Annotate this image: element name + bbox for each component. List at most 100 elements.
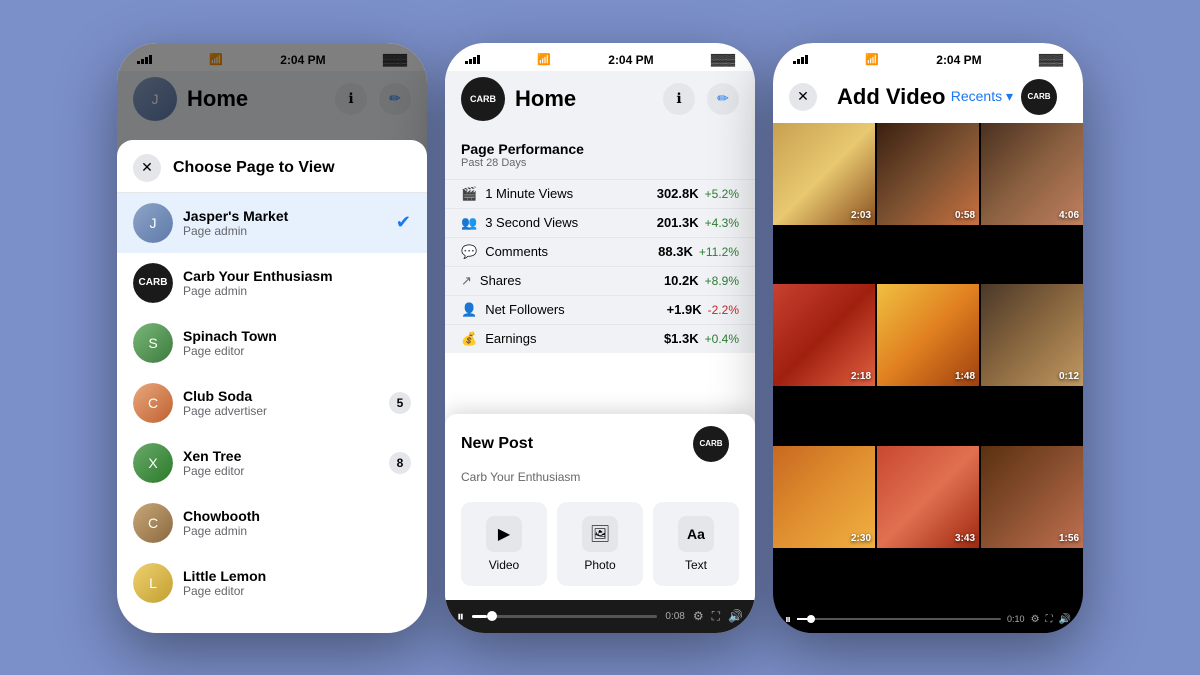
page-role-jasper: Page admin [183, 224, 396, 238]
signal-icon-2 [465, 55, 480, 64]
text-option-label: Text [685, 558, 707, 572]
video-time: 0:08 [665, 611, 684, 622]
battery-icon-3: ▓▓▓ [1039, 54, 1063, 66]
page-item-xentree[interactable]: X Xen Tree Page editor 8 [117, 433, 427, 493]
page-role-littlelemon: Page editor [183, 584, 411, 598]
check-icon-jasper: ✔ [396, 212, 411, 233]
new-post-page: Carb Your Enthusiasm [445, 470, 755, 494]
video-progress[interactable] [472, 615, 657, 618]
modal-title: Choose Page to View [173, 159, 335, 177]
pause-button[interactable]: ⏸ [457, 608, 464, 625]
video-thumb-6[interactable]: 0:12 [981, 284, 1083, 386]
video-duration-3: 4:06 [1059, 210, 1079, 221]
video-thumb-3[interactable]: 4:06 [981, 123, 1083, 225]
video-option-icon: ▶ [486, 516, 522, 552]
settings-icon-3[interactable]: ⚙ [1031, 614, 1040, 625]
video-thumb-1[interactable]: 2:03 [773, 123, 875, 225]
app-header-2: CARB Home ℹ ✏ [445, 71, 755, 131]
playing-bar: ⏸ 0:10 ⚙ ⛶ 🔊 [773, 606, 1083, 633]
post-option-text[interactable]: Aa Text [653, 502, 739, 586]
volume-icon[interactable]: 🔊 [728, 609, 743, 624]
modal-overlay[interactable]: ✕ Choose Page to View J Jasper's Market … [117, 43, 427, 633]
video-thumb-4[interactable]: 2:18 [773, 284, 875, 386]
battery-icon-2: ▓▓▓ [711, 54, 735, 66]
play-controls-3: ⚙ ⛶ 🔊 [1031, 614, 1071, 625]
video-duration-2: 0:58 [955, 210, 975, 221]
phone-3: 📶 2:04 PM ▓▓▓ ✕ Add Video Recents ▾ CARB… [773, 43, 1083, 633]
perf-row-2-3: ↗ Shares 10.2K +8.9% [445, 266, 755, 295]
page-item-chowbooth[interactable]: C Chowbooth Page admin [117, 493, 427, 553]
page-item-jasper[interactable]: J Jasper's Market Page admin ✔ [117, 193, 427, 253]
video-thumb-2[interactable]: 0:58 [877, 123, 979, 225]
video-duration-6: 0:12 [1059, 371, 1079, 382]
fullscreen-icon-3[interactable]: ⛶ [1046, 614, 1053, 625]
carb-logo-post: CARB [693, 426, 729, 462]
photo-option-icon: 🖼 [582, 516, 618, 552]
page-info-clubsoda: Club Soda Page advertiser [183, 388, 389, 418]
fullscreen-icon[interactable]: ⛶ [712, 609, 720, 624]
page-name-chowbooth: Chowbooth [183, 508, 411, 524]
perf-row-2-0: 🎬 1 Minute Views 302.8K +5.2% [445, 179, 755, 208]
perf-row-2-4: 👤 Net Followers +1.9K -2.2% [445, 295, 755, 324]
video-player-bar: ⏸ 0:08 ⚙ ⛶ 🔊 [445, 600, 755, 633]
post-options: ▶ Video 🖼 Photo Aa Text [445, 494, 755, 600]
pause-btn-3[interactable]: ⏸ [785, 612, 791, 627]
settings-icon[interactable]: ⚙ [693, 609, 704, 624]
page-name-carb: Carb Your Enthusiasm [183, 268, 411, 284]
add-video-header: ✕ Add Video Recents ▾ CARB [773, 71, 1083, 123]
time-display-2: 2:04 PM [608, 53, 653, 67]
page-title-2: Home [515, 86, 663, 112]
avatar-clubsoda-item: C [133, 383, 173, 423]
text-option-icon: Aa [678, 516, 714, 552]
page-item-carb[interactable]: CARB Carb Your Enthusiasm Page admin [117, 253, 427, 313]
modal-close-button[interactable]: ✕ [133, 154, 161, 182]
page-info-jasper: Jasper's Market Page admin [183, 208, 396, 238]
page-info-xentree: Xen Tree Page editor [183, 448, 389, 478]
page-role-carb: Page admin [183, 284, 411, 298]
play-progress-3[interactable] [797, 618, 1001, 620]
video-thumb-9[interactable]: 1:56 [981, 446, 1083, 548]
info-button-2[interactable]: ℹ [663, 83, 695, 115]
video-duration-4: 2:18 [851, 371, 871, 382]
wifi-icon-3: 📶 [865, 53, 879, 66]
video-thumb-8[interactable]: 3:43 [877, 446, 979, 548]
perf-row-2-1: 👥 3 Second Views 201.3K +4.3% [445, 208, 755, 237]
new-post-title: New Post [461, 435, 693, 453]
page-item-clubsoda[interactable]: C Club Soda Page advertiser 5 [117, 373, 427, 433]
perf-row-2-2: 💬 Comments 88.3K +11.2% [445, 237, 755, 266]
page-item-littlelemon[interactable]: L Little Lemon Page editor [117, 553, 427, 613]
post-option-video[interactable]: ▶ Video [461, 502, 547, 586]
modal-header: ✕ Choose Page to View [117, 140, 427, 193]
video-duration-5: 1:48 [955, 371, 975, 382]
video-duration-9: 1:56 [1059, 533, 1079, 544]
new-post-sheet: New Post CARB Carb Your Enthusiasm ▶ Vid… [445, 414, 755, 633]
page-item-spinach[interactable]: S Spinach Town Page editor [117, 313, 427, 373]
page-name-spinach: Spinach Town [183, 328, 411, 344]
add-video-title: Add Video [837, 84, 951, 110]
carb-logo: CARB [461, 77, 505, 121]
video-option-label: Video [489, 558, 519, 572]
post-option-photo[interactable]: 🖼 Photo [557, 502, 643, 586]
new-post-header: New Post CARB [445, 414, 755, 470]
performance-title-2: Page Performance [461, 141, 739, 157]
volume-icon-3[interactable]: 🔊 [1059, 614, 1071, 625]
video-thumb-7[interactable]: 2:30 [773, 446, 875, 548]
carb-logo-3: CARB [1021, 79, 1057, 115]
page-info-chowbooth: Chowbooth Page admin [183, 508, 411, 538]
close-add-video[interactable]: ✕ [789, 83, 817, 111]
avatar-carb-item: CARB [133, 263, 173, 303]
page-name-littlelemon: Little Lemon [183, 568, 411, 584]
status-bar-2: 📶 2:04 PM ▓▓▓ [445, 43, 755, 71]
photo-option-label: Photo [584, 558, 615, 572]
progress-fill [472, 615, 487, 618]
page-role-chowbooth: Page admin [183, 524, 411, 538]
badge-xentree: 8 [389, 452, 411, 474]
play-time-3: 0:10 [1007, 614, 1025, 624]
page-info-carb: Carb Your Enthusiasm Page admin [183, 268, 411, 298]
edit-button-2[interactable]: ✏ [707, 83, 739, 115]
recents-dropdown[interactable]: Recents ▾ [951, 88, 1013, 105]
video-thumb-5[interactable]: 1:48 [877, 284, 979, 386]
video-grid: 2:03 0:58 4:06 2:18 1:48 0:12 [773, 123, 1083, 606]
perf-row-2-5: 💰 Earnings $1.3K +0.4% [445, 324, 755, 353]
phones-container: 📶 2:04 PM ▓▓▓ J Home ℹ ✏ Page Performanc… [97, 23, 1103, 653]
